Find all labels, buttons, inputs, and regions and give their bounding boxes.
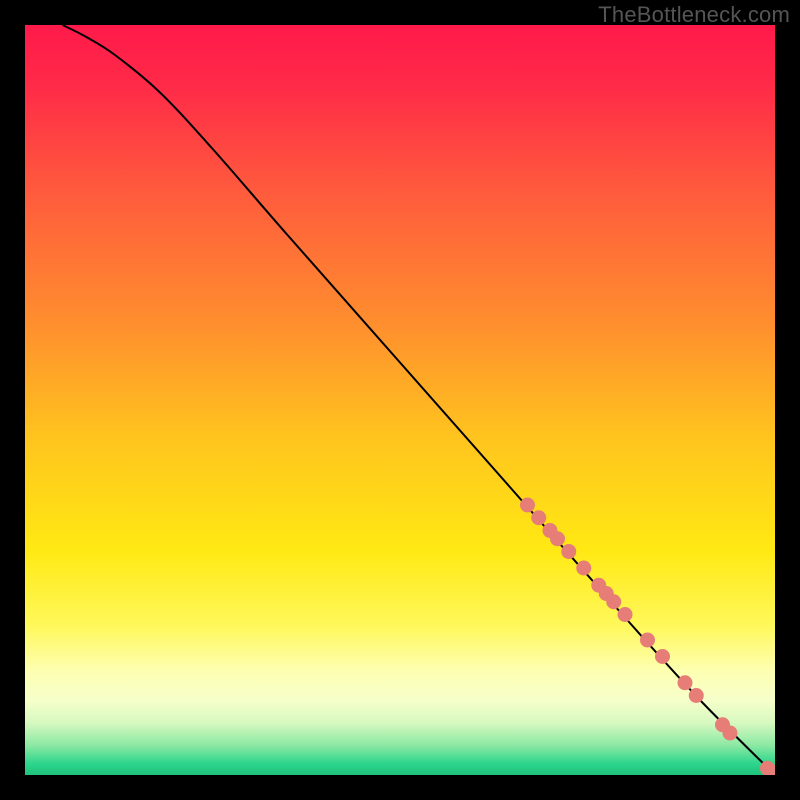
data-point: [561, 544, 576, 559]
chart-frame: TheBottleneck.com: [0, 0, 800, 800]
data-point: [576, 561, 591, 576]
plot-area: [25, 25, 775, 775]
data-point: [678, 675, 693, 690]
data-point: [550, 531, 565, 546]
data-point: [531, 510, 546, 525]
data-point: [618, 607, 633, 622]
plot-svg: [25, 25, 775, 775]
data-point: [689, 688, 704, 703]
data-point: [640, 633, 655, 648]
data-point: [520, 498, 535, 513]
watermark-text: TheBottleneck.com: [598, 2, 790, 28]
data-point: [655, 649, 670, 664]
data-point: [723, 726, 738, 741]
data-point: [606, 594, 621, 609]
